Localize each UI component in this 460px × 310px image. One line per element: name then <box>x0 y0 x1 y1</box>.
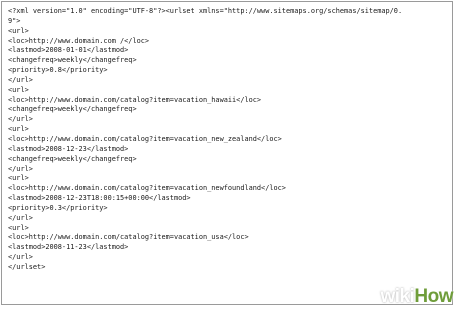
xml-line: <lastmod>2008-12-23</lastmod> <box>8 144 129 153</box>
xml-line: </url> <box>8 75 33 84</box>
xml-line: </url> <box>8 253 33 262</box>
xml-line: <lastmod>2008-11-23</lastmod> <box>8 243 129 252</box>
xml-text-area[interactable]: <?xml version="1.0" encoding="UTF-8"?><u… <box>8 7 446 301</box>
xml-line: </urlset> <box>8 262 46 271</box>
xml-line: <lastmod>2008-12-23T18:00:15+00:00</last… <box>8 194 191 203</box>
wikihow-watermark-logo: wiki How <box>380 287 453 307</box>
xml-line: <?xml version="1.0" encoding="UTF-8"?><u… <box>8 7 403 15</box>
xml-line: <url> <box>8 174 29 183</box>
xml-line: </url> <box>8 213 33 222</box>
xml-line: <loc>http://www.domain.com/catalog?item=… <box>8 134 282 143</box>
xml-line: </url> <box>8 164 33 173</box>
xml-line: <url> <box>8 85 29 94</box>
xml-line: <changefreq>weekly</changefreq> <box>8 105 137 114</box>
xml-line: 9"> <box>8 16 21 25</box>
xml-line: <loc>http://www.domain.com /</loc> <box>8 36 150 45</box>
xml-line: </url> <box>8 115 33 124</box>
watermark-wiki-text: wiki <box>380 286 415 307</box>
xml-document-view: <?xml version="1.0" encoding="UTF-8"?><u… <box>1 1 453 305</box>
xml-line: <priority>0.3</priority> <box>8 203 108 212</box>
watermark-how-text: How <box>414 286 453 307</box>
xml-line: <url> <box>8 26 29 35</box>
xml-line: <changefreq>weekly</changefreq> <box>8 56 137 65</box>
xml-line: <loc>http://www.domain.com/catalog?item=… <box>8 184 286 193</box>
xml-line: <changefreq>weekly</changefreq> <box>8 154 137 163</box>
xml-line: <loc>http://www.domain.com/catalog?item=… <box>8 95 262 104</box>
xml-line: <url> <box>8 223 29 232</box>
xml-line: <lastmod>2008-01-01</lastmod> <box>8 46 129 55</box>
xml-line: <priority>0.8</priority> <box>8 66 108 75</box>
xml-line: <loc>http://www.domain.com/catalog?item=… <box>8 233 249 242</box>
xml-line: <url> <box>8 125 29 134</box>
screenshot-frame: <?xml version="1.0" encoding="UTF-8"?><u… <box>0 0 460 310</box>
